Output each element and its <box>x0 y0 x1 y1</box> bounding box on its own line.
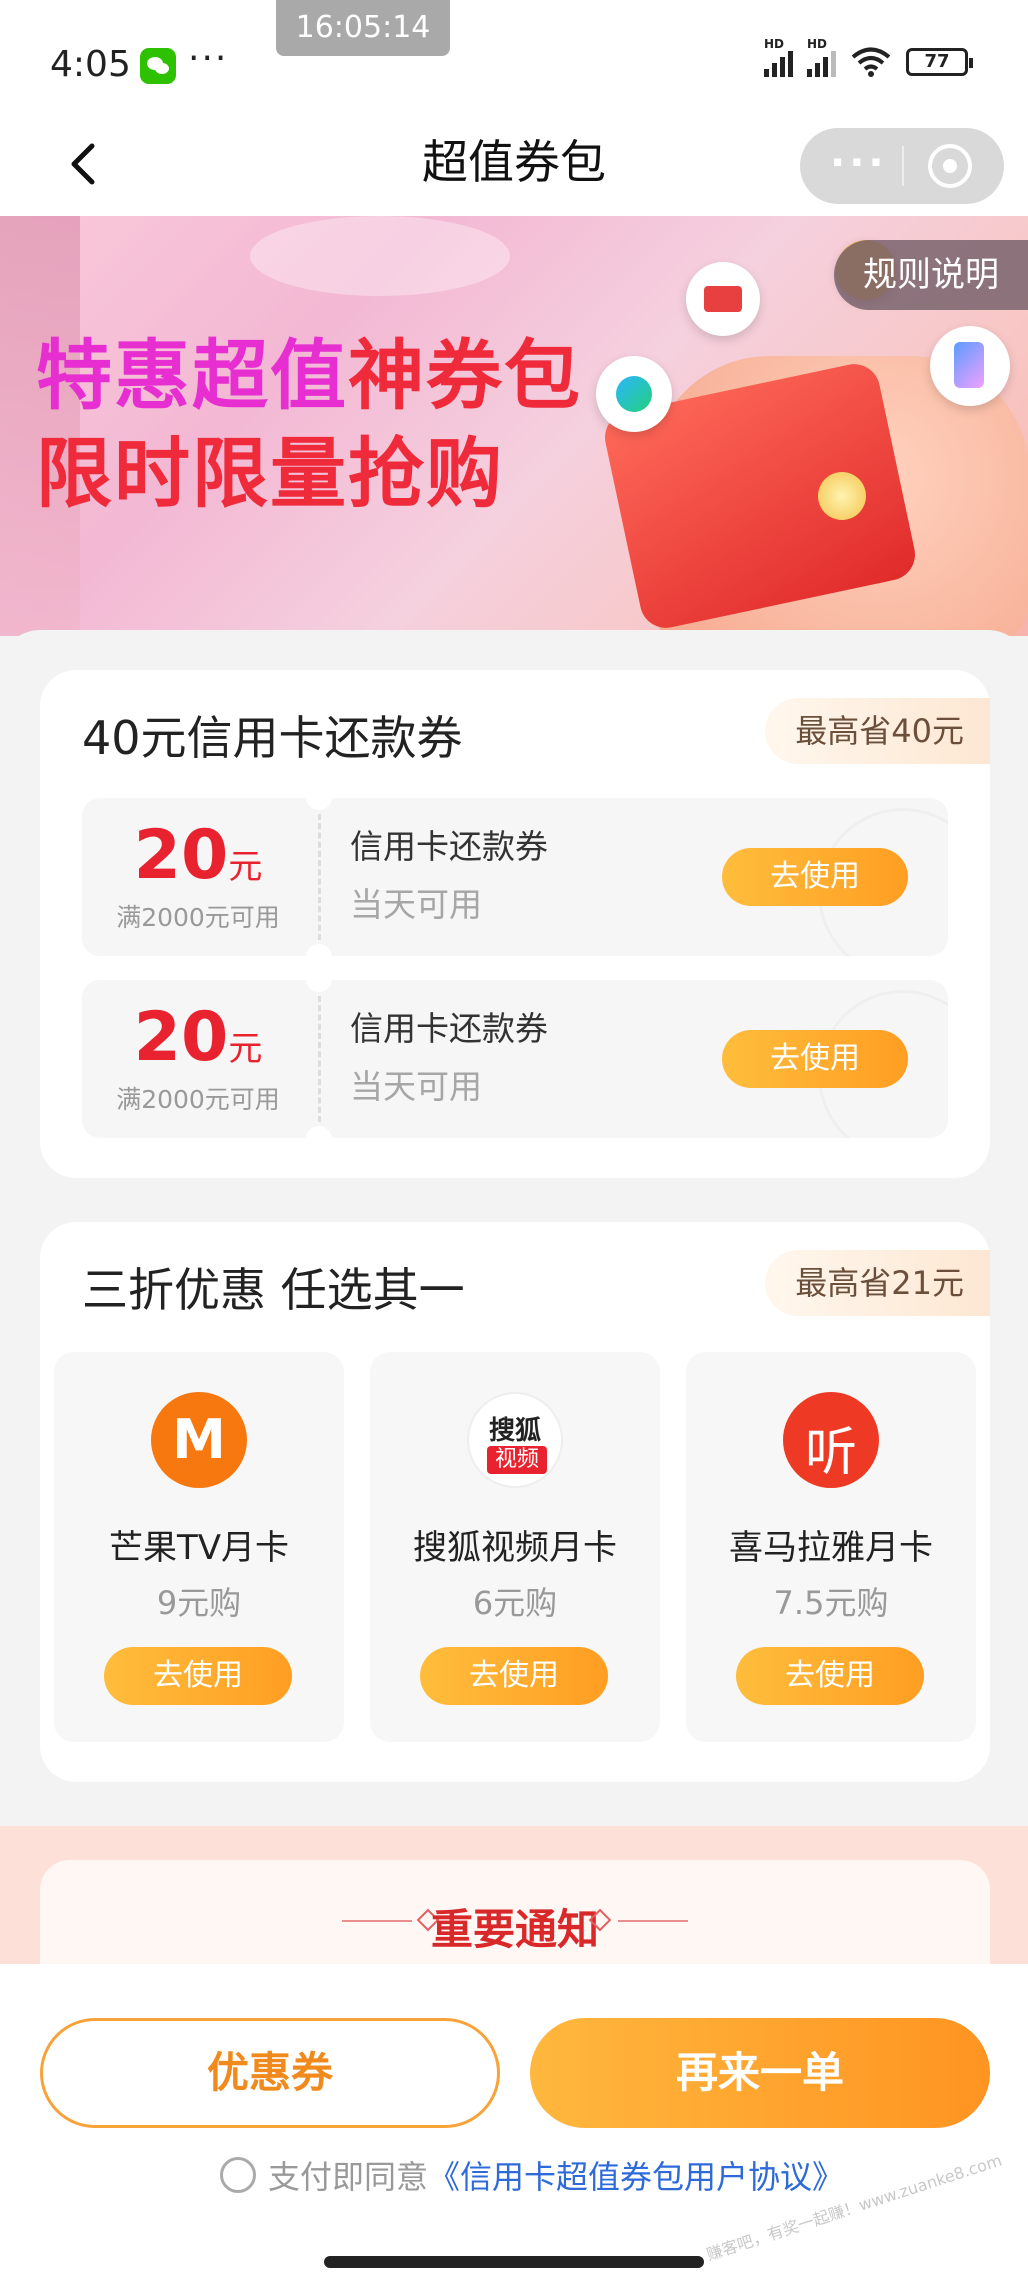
rules-button[interactable]: 规则说明 <box>834 240 1028 310</box>
coupon-divider <box>318 814 321 940</box>
option-price: 6元购 <box>472 1584 558 1622</box>
coupon-amount-unit: 元 <box>228 1029 263 1069</box>
option-sohu-video[interactable]: 搜狐 视频 搜狐视频月卡 6元购 去使用 <box>370 1352 660 1742</box>
option-price: 7.5元购 <box>773 1584 889 1622</box>
order-again-button[interactable]: 再来一单 <box>530 2018 990 2128</box>
more-menu-button[interactable]: ··· <box>830 143 888 183</box>
section-title: 三折优惠 任选其一 <box>82 1263 465 1317</box>
banner-headline-part1: 特惠超值 <box>36 331 348 420</box>
agreement-row: 支付即同意 《信用卡超值券包用户协议》 <box>220 2152 844 2198</box>
coupon-button[interactable]: 优惠券 <box>40 2018 500 2128</box>
max-saving-badge: 最高省21元 <box>765 1250 990 1316</box>
use-coupon-button[interactable]: 去使用 <box>722 1030 908 1088</box>
agreement-text: 支付即同意 <box>268 2158 429 2196</box>
option-title: 喜马拉雅月卡 <box>729 1528 933 1568</box>
mango-tv-icon <box>151 1392 247 1488</box>
coupon-value: 20元 满2000元可用 <box>82 798 314 956</box>
coupon-condition: 满2000元可用 <box>116 903 280 932</box>
sohu-logo-badge: 视频 <box>487 1446 547 1474</box>
mini-program-capsule: ··· <box>800 128 1004 204</box>
coupon-amount: 20元 <box>82 816 314 895</box>
video-app-icon <box>596 356 672 432</box>
capsule-divider <box>902 146 904 186</box>
coupon-value: 20元 满2000元可用 <box>82 980 314 1138</box>
status-bar: 4:05 ··· 16:05:14 HD HD 77 <box>0 0 1028 120</box>
option-list: 芒果TV月卡 9元购 去使用 搜狐 视频 搜狐视频月卡 6元购 去使用 喜马拉雅… <box>54 1352 976 1742</box>
use-coupon-button[interactable]: 去使用 <box>722 848 908 906</box>
wallet-clasp <box>818 472 866 520</box>
agreement-link[interactable]: 《信用卡超值券包用户协议》 <box>428 2152 844 2198</box>
more-notifications-icon: ··· <box>188 38 229 79</box>
notice-section: 重要通知 <box>0 1826 1028 2000</box>
option-ximalaya[interactable]: 喜马拉雅月卡 7.5元购 去使用 <box>686 1352 976 1742</box>
close-mini-program-button[interactable] <box>928 144 972 188</box>
use-option-button[interactable]: 去使用 <box>420 1647 608 1705</box>
credit-coupon-section: 40元信用卡还款券 最高省40元 20元 满2000元可用 信用卡还款券 当天可… <box>40 670 990 1178</box>
sohu-logo-text: 搜狐 <box>488 1416 541 1446</box>
option-title: 芒果TV月卡 <box>108 1528 290 1568</box>
signal-icon: HD <box>807 37 836 77</box>
coupon-validity: 当天可用 <box>350 1067 482 1106</box>
wifi-icon <box>850 46 892 78</box>
home-indicator <box>324 2256 704 2268</box>
coupon-amount-number: 20 <box>133 998 229 1077</box>
status-time: 4:05 <box>50 44 131 85</box>
coupon-divider <box>318 996 321 1122</box>
ximalaya-icon <box>783 1392 879 1488</box>
coupon-item: 20元 满2000元可用 信用卡还款券 当天可用 去使用 <box>82 980 948 1138</box>
coupon-amount-number: 20 <box>133 816 229 895</box>
use-option-button[interactable]: 去使用 <box>104 1647 292 1705</box>
promo-banner: 特惠超值神券包 限时限量抢购 规则说明 <box>0 216 1028 636</box>
section-title: 40元信用卡还款券 <box>82 711 463 765</box>
status-indicators: HD HD 77 <box>764 37 973 78</box>
bank-card-icon <box>686 262 760 336</box>
network-label: HD <box>764 37 785 51</box>
screenshot-time-overlay: 16:05:14 <box>276 0 450 56</box>
bottom-action-bar: 优惠券 再来一单 支付即同意 《信用卡超值券包用户协议》 赚客吧，有奖一起赚！w… <box>0 1964 1028 2284</box>
max-saving-badge: 最高省40元 <box>765 698 990 764</box>
notice-decoration <box>618 1920 688 1922</box>
coupon-validity: 当天可用 <box>350 885 482 924</box>
coupon-item: 20元 满2000元可用 信用卡还款券 当天可用 去使用 <box>82 798 948 956</box>
agreement-checkbox[interactable] <box>220 2157 256 2193</box>
coupon-amount: 20元 <box>82 998 314 1077</box>
battery-icon: 77 <box>906 48 973 76</box>
network-label: HD <box>807 37 828 51</box>
notice-title: 重要通知 <box>430 1905 599 1954</box>
coupon-name: 信用卡还款券 <box>350 827 548 866</box>
option-price: 9元购 <box>156 1584 242 1622</box>
sohu-video-icon: 搜狐 视频 <box>467 1392 563 1488</box>
banner-headline: 特惠超值神券包 <box>36 314 582 424</box>
coupon-name: 信用卡还款券 <box>350 1009 548 1048</box>
option-mango-tv[interactable]: 芒果TV月卡 9元购 去使用 <box>54 1352 344 1742</box>
banner-headline-part2: 神券包 <box>348 331 582 420</box>
coupon-amount-unit: 元 <box>228 847 263 887</box>
wechat-icon <box>140 48 176 84</box>
discount-section: 三折优惠 任选其一 最高省21元 芒果TV月卡 9元购 去使用 搜狐 视频 搜狐… <box>40 1222 990 1782</box>
banner-subheadline: 限时限量抢购 <box>36 429 504 518</box>
phone-icon <box>930 326 1010 406</box>
coupon-condition: 满2000元可用 <box>116 1085 280 1114</box>
use-option-button[interactable]: 去使用 <box>736 1647 924 1705</box>
nav-bar: 超值券包 ··· <box>0 120 1028 216</box>
signal-icon: HD <box>764 37 793 77</box>
banner-decoration <box>250 216 510 296</box>
option-title: 搜狐视频月卡 <box>413 1528 617 1568</box>
